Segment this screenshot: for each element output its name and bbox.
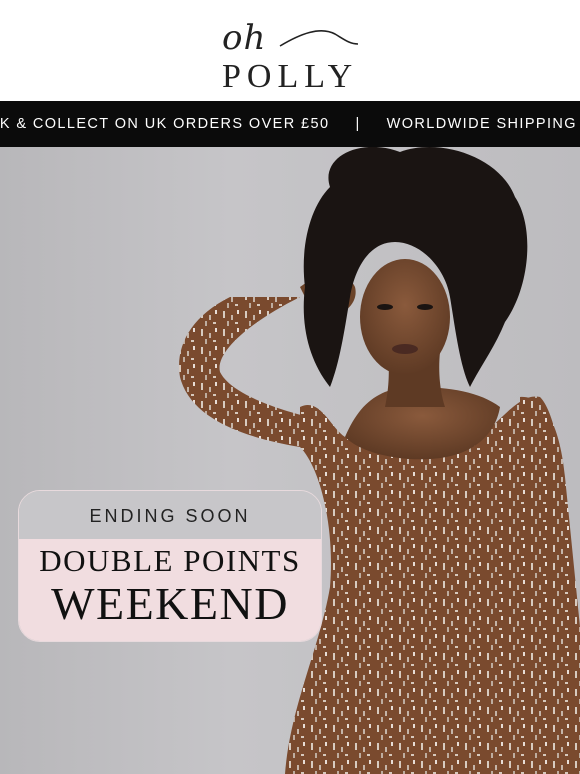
promo-text-collect: CK & COLLECT ON UK ORDERS OVER £50	[0, 116, 330, 132]
model-illustration	[179, 147, 580, 774]
logo-wordmark: POLLY	[222, 58, 359, 95]
promo-text-shipping: WORLDWIDE SHIPPING	[386, 116, 577, 132]
email-header: oh POLLY	[0, 0, 580, 101]
logo-swash-icon	[279, 30, 359, 47]
badge-headline-line1: DOUBLE POINTS	[39, 543, 301, 578]
double-points-badge[interactable]: ENDING SOON DOUBLE POINTS WEEKEND	[18, 490, 322, 642]
promo-separator: |	[355, 116, 361, 132]
oh-polly-logo[interactable]: oh POLLY	[210, 14, 370, 95]
promo-ticker: CK & COLLECT ON UK ORDERS OVER £50 | WORLD…	[0, 101, 577, 147]
badge-eyebrow: ENDING SOON	[89, 506, 251, 526]
promo-banner[interactable]: CK & COLLECT ON UK ORDERS OVER £50 | WORLD…	[0, 101, 580, 147]
hero-image[interactable]: ENDING SOON DOUBLE POINTS WEEKEND	[0, 147, 580, 774]
badge-headline-line2: WEEKEND	[51, 578, 289, 629]
